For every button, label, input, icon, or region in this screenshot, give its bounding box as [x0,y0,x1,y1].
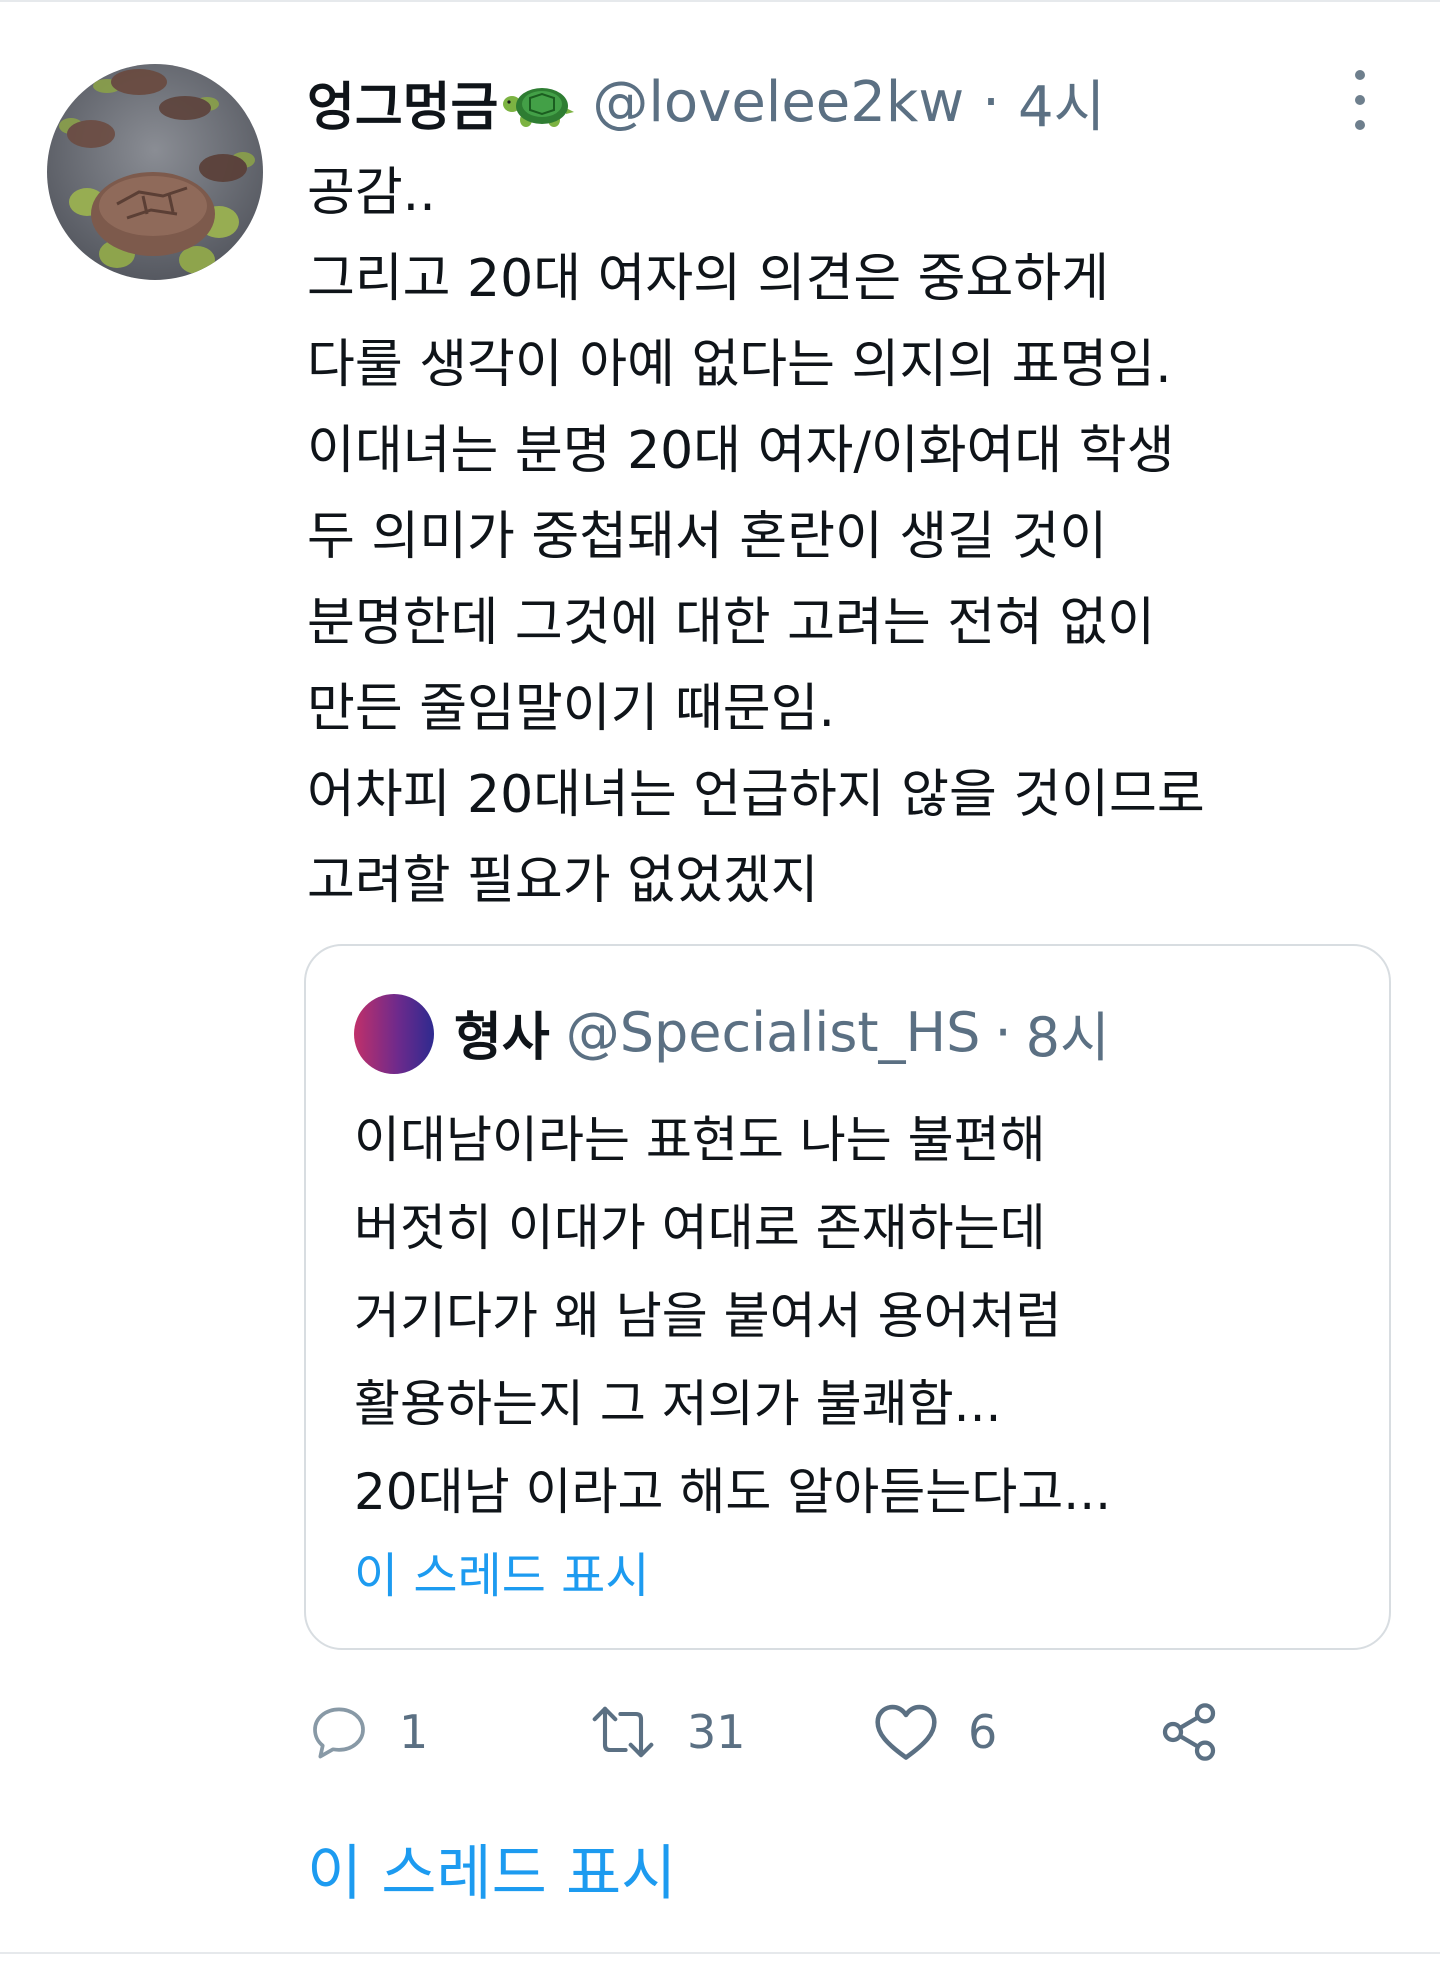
tweet-text: 공감.. 그리고 20대 여자의 의견은 중요하게 다룰 생각이 아예 없다는 … [307,150,1417,924]
quoted-text-line: 버젓히 이대가 여대로 존재하는데 [354,1199,1046,1257]
show-thread-link[interactable]: 이 스레드 표시 [307,1825,676,1912]
quoted-tweet-text: 이대남이라는 표현도 나는 불편해 버젓히 이대가 여대로 존재하는데 거기다가… [354,1096,1354,1536]
tweet-actions: 1 31 6 [307,1692,1307,1772]
separator-dot: · [994,1000,1012,1064]
tweet-text-line: 고려할 필요가 없었겠지 [307,851,819,911]
author-handle[interactable]: @lovelee2kw [592,70,964,135]
top-divider [0,0,1440,2]
reply-button[interactable]: 1 [307,1692,428,1772]
reply-count: 1 [399,1705,429,1759]
tweet-text-line: 공감.. [307,163,436,223]
more-options-icon[interactable] [1340,70,1380,130]
quoted-author-avatar[interactable] [354,994,434,1074]
author-display-name[interactable]: 엉그멍금 [307,65,498,140]
quoted-text-line: 이대남이라는 표현도 나는 불편해 [354,1111,1046,1169]
quoted-author-handle: @Specialist_HS [565,1000,981,1064]
tweet-header: 엉그멍금 @lovelee2kw · 4시 [307,62,1105,142]
tweet-text-line: 이대녀는 분명 20대 여자/이화여대 학생 [307,421,1175,481]
retweet-count: 31 [687,1705,746,1759]
heart-icon [875,1704,937,1760]
retweet-button[interactable]: 31 [587,1692,746,1772]
tweet-time[interactable]: 4시 [1018,62,1105,143]
tweet-text-line: 분명한데 그것에 대한 고려는 전혀 없이 [307,593,1156,653]
tweet-text-line: 두 의미가 중첩돼서 혼란이 생길 것이 [307,507,1108,567]
quoted-text-line: 20대남 이라고 해도 알아듣는다고... [354,1463,1111,1521]
bottom-divider [0,1952,1440,1954]
tweet-text-line: 그리고 20대 여자의 의견은 중요하게 [307,249,1110,309]
quoted-tweet-card[interactable]: 형사 @Specialist_HS · 8시 이대남이라는 표현도 나는 불편해… [304,944,1391,1650]
turtle-bread-photo [47,64,263,280]
quoted-text-line: 거기다가 왜 남을 붙여서 용어처럼 [354,1287,1062,1345]
quoted-text-line: 활용하는지 그 저의가 불쾌함... [354,1375,1002,1433]
turtle-emoji-icon [503,88,575,127]
tweet-text-line: 다룰 생각이 아예 없다는 의지의 표명임. [307,335,1172,395]
separator-dot: · [982,69,1000,135]
share-button[interactable] [1157,1692,1221,1772]
quoted-show-thread-link[interactable]: 이 스레드 표시 [354,1536,649,1606]
share-icon [1162,1703,1216,1761]
quoted-tweet-header: 형사 @Specialist_HS · 8시 [454,990,1110,1074]
quoted-author-display-name: 형사 [454,1007,550,1068]
retweet-icon [592,1706,654,1758]
tweet-text-line: 만든 줄임말이기 때문임. [307,679,835,739]
like-button[interactable]: 6 [872,1692,997,1772]
like-count: 6 [968,1705,998,1759]
tweet-text-line: 어차피 20대녀는 언급하지 않을 것이므로 [307,765,1205,825]
reply-icon [313,1707,365,1759]
quoted-tweet-time: 8시 [1025,1005,1110,1069]
author-avatar[interactable] [47,64,263,280]
